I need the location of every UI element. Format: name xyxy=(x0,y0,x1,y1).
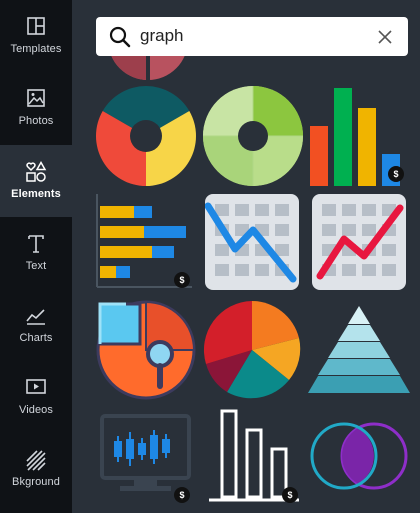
text-icon xyxy=(28,235,44,253)
sidebar-item-templates[interactable]: Templates xyxy=(0,0,72,72)
element-tile-donut-chart[interactable] xyxy=(96,86,196,186)
photos-icon xyxy=(27,89,45,107)
sidebar-item-background[interactable]: Bkground xyxy=(0,433,72,505)
sidebar-item-photos[interactable]: Photos xyxy=(0,72,72,144)
search-bar xyxy=(96,17,408,56)
premium-badge: $ xyxy=(174,272,190,288)
elements-icon xyxy=(26,161,47,182)
sidebar-item-elements[interactable]: Elements xyxy=(0,145,72,217)
element-tile-textured-pie[interactable] xyxy=(203,300,301,400)
sidebar-item-label: Elements xyxy=(11,188,61,200)
element-tile-pie-magnifier[interactable] xyxy=(96,300,196,400)
sidebar-item-videos[interactable]: Videos xyxy=(0,361,72,433)
premium-badge: $ xyxy=(388,166,404,182)
sidebar-item-text[interactable]: Text xyxy=(0,217,72,289)
element-tile-venn-diagram[interactable] xyxy=(308,420,412,492)
sidebar-item-label: Photos xyxy=(18,115,54,127)
videos-icon xyxy=(26,379,46,394)
search-input[interactable] xyxy=(140,25,360,47)
element-tile-green-donut[interactable] xyxy=(203,86,303,186)
sidebar-item-charts[interactable]: Charts xyxy=(0,289,72,361)
clear-icon[interactable] xyxy=(375,27,395,47)
search-icon xyxy=(109,26,131,48)
templates-icon xyxy=(27,17,45,35)
sidebar-item-label: Text xyxy=(25,260,47,272)
charts-icon xyxy=(26,309,45,325)
sidebar-item-label: Templates xyxy=(10,43,62,55)
background-icon xyxy=(26,450,46,471)
element-tile-down-trend-chart[interactable] xyxy=(205,194,299,290)
sidebar: Templates Photos Elements Text Charts Vi… xyxy=(0,0,72,513)
sidebar-item-label: Charts xyxy=(19,332,53,344)
sidebar-item-label: Videos xyxy=(18,404,54,416)
sidebar-item-label: Bkground xyxy=(12,476,60,488)
premium-badge: $ xyxy=(282,487,298,503)
premium-badge: $ xyxy=(174,487,190,503)
element-tile-up-trend-chart[interactable] xyxy=(312,194,406,290)
element-tile-pyramid-chart[interactable] xyxy=(308,306,410,394)
